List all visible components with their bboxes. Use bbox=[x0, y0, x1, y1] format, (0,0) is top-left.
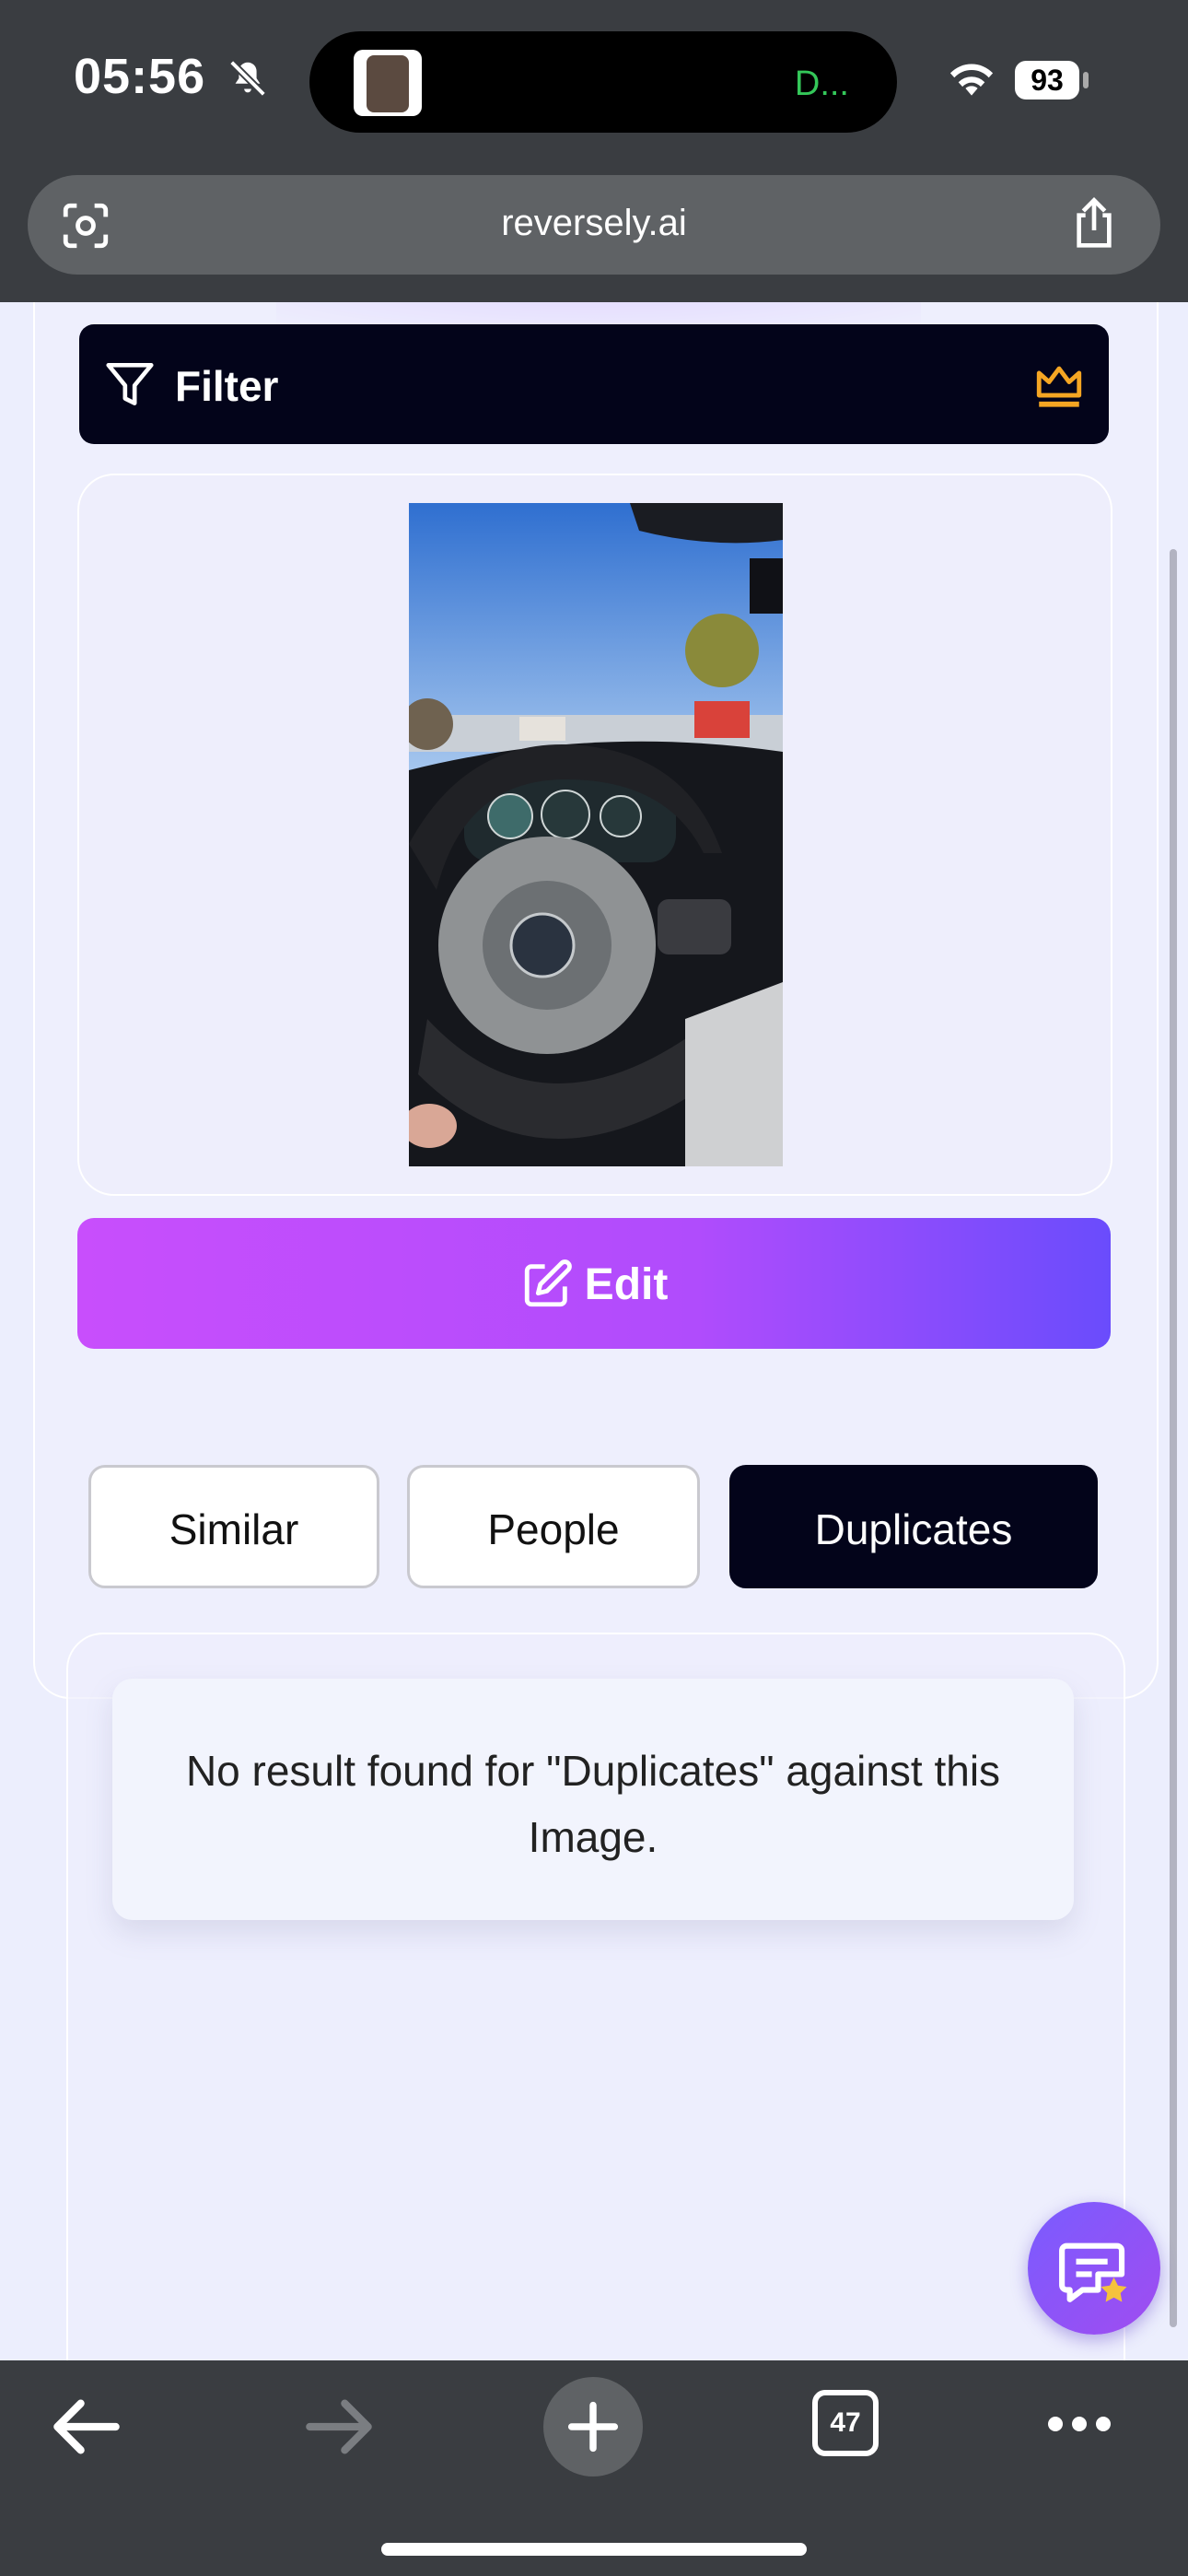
url-text[interactable]: reversely.ai bbox=[28, 203, 1160, 244]
status-time: 05:56 bbox=[74, 49, 206, 104]
uploaded-image bbox=[409, 503, 783, 1166]
edit-icon bbox=[524, 1259, 572, 1307]
page-content: Filter Edit Similar People Duplicates No… bbox=[0, 302, 1188, 2360]
edit-button[interactable]: Edit bbox=[77, 1218, 1111, 1349]
no-result-message: No result found for "Duplicates" against… bbox=[112, 1679, 1074, 1920]
forward-arrow-icon[interactable] bbox=[304, 2397, 374, 2456]
status-bar: 05:56 D... 93 bbox=[0, 0, 1188, 166]
tabs-overview-button[interactable]: 47 bbox=[812, 2390, 879, 2456]
filter-icon bbox=[106, 363, 154, 405]
image-preview-card bbox=[77, 474, 1112, 1196]
chat-support-button[interactable] bbox=[1028, 2202, 1160, 2335]
back-arrow-icon[interactable] bbox=[52, 2397, 122, 2456]
battery-nub bbox=[1083, 72, 1089, 88]
new-tab-button[interactable] bbox=[543, 2377, 643, 2476]
tab-duplicates[interactable]: Duplicates bbox=[729, 1465, 1098, 1588]
browser-toolbar: 47 bbox=[0, 2360, 1188, 2576]
filter-label: Filter bbox=[175, 362, 279, 410]
home-indicator bbox=[381, 2543, 807, 2556]
tab-similar[interactable]: Similar bbox=[88, 1465, 379, 1588]
filter-button[interactable]: Filter bbox=[79, 324, 1109, 444]
share-icon[interactable] bbox=[1068, 195, 1120, 252]
chat-star-icon bbox=[1059, 2242, 1127, 2302]
scrollbar[interactable] bbox=[1170, 549, 1177, 2327]
wifi-icon bbox=[949, 64, 994, 96]
edit-button-content: Edit bbox=[77, 1257, 1111, 1311]
tab-people[interactable]: People bbox=[407, 1465, 700, 1588]
plus-icon bbox=[567, 2401, 619, 2453]
address-bar[interactable]: reversely.ai bbox=[28, 175, 1160, 275]
activity-text: D... bbox=[794, 64, 849, 103]
battery-indicator: 93 bbox=[1015, 61, 1079, 100]
no-result-text: No result found for "Duplicates" against… bbox=[185, 1747, 1001, 1861]
silent-bell-icon bbox=[229, 60, 266, 97]
edit-label: Edit bbox=[584, 1259, 669, 1309]
crown-icon bbox=[1036, 366, 1082, 407]
activity-thumbnail bbox=[354, 50, 422, 116]
dynamic-island[interactable]: D... bbox=[309, 31, 897, 133]
more-icon[interactable] bbox=[1046, 2414, 1112, 2434]
